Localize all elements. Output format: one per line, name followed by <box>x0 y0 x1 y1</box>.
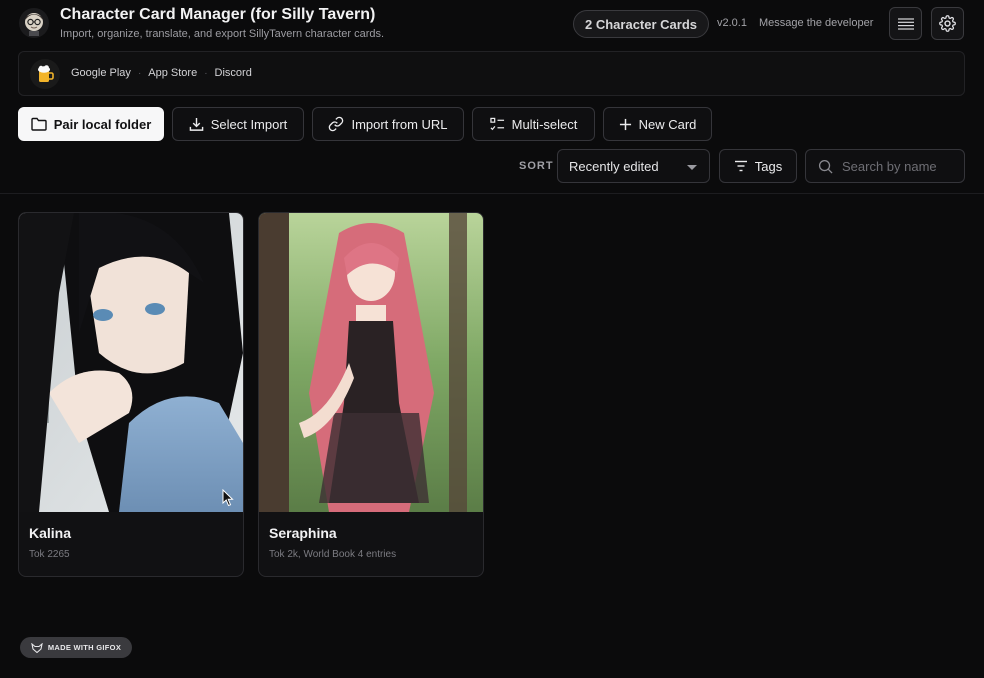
list-view-button[interactable] <box>889 7 922 40</box>
version-label: v2.0.1 <box>717 17 747 29</box>
google-play-link[interactable]: Google Play <box>71 67 131 79</box>
tags-filter-button[interactable]: Tags <box>719 149 797 183</box>
card-count-badge[interactable]: 2 Character Cards <box>573 10 709 38</box>
tags-label: Tags <box>754 158 783 174</box>
sort-value: Recently edited <box>569 158 659 174</box>
pair-local-folder-button[interactable]: Pair local folder <box>18 107 164 141</box>
mouse-cursor-icon <box>222 489 234 507</box>
filter-icon <box>734 160 747 172</box>
import-from-url-label: Import from URL <box>351 116 448 132</box>
watermark-text: MADE WITH GIFOX <box>47 643 122 652</box>
sort-dropdown[interactable]: Recently edited <box>557 149 710 183</box>
search-input[interactable] <box>842 158 942 174</box>
new-card-label: New Card <box>638 116 697 132</box>
app-store-link[interactable]: App Store <box>148 67 197 79</box>
app-title: Character Card Manager (for Silly Tavern… <box>60 6 376 23</box>
sort-label: SORT <box>519 160 554 172</box>
new-card-button[interactable]: New Card <box>603 107 712 141</box>
download-icon <box>189 117 203 131</box>
store-links-bar: Google Play · App Store · Discord <box>18 51 965 96</box>
gifox-watermark: MADE WITH GIFOX <box>20 637 132 658</box>
fox-icon <box>31 642 43 653</box>
store-links: Google Play · App Store · Discord <box>71 67 252 79</box>
character-card-seraphina[interactable]: Seraphina Tok 2k, World Book 4 entries <box>258 212 484 577</box>
card-meta: Tok 2265 <box>29 549 70 560</box>
link-icon <box>329 116 344 132</box>
separator: · <box>204 67 208 79</box>
folder-icon <box>31 117 47 131</box>
gear-icon <box>939 15 956 32</box>
character-card-kalina[interactable]: Kalina Tok 2265 <box>18 212 244 577</box>
avatar-icon <box>19 8 49 38</box>
caret-down-icon <box>687 165 697 170</box>
app-header: Character Card Manager (for Silly Tavern… <box>0 0 984 48</box>
pair-local-folder-label: Pair local folder <box>53 116 152 132</box>
plus-icon <box>619 118 631 130</box>
list-view-icon <box>897 17 914 30</box>
message-developer-link[interactable]: Message the developer <box>759 17 873 29</box>
section-divider <box>0 193 984 194</box>
settings-button[interactable] <box>931 7 964 40</box>
select-import-label: Select Import <box>210 116 288 132</box>
discord-link[interactable]: Discord <box>215 67 252 79</box>
beer-mug-icon <box>30 59 60 89</box>
character-portrait-seraphina <box>259 213 483 512</box>
search-icon <box>818 159 833 174</box>
app-subtitle: Import, organize, translate, and export … <box>60 28 385 40</box>
character-portrait-kalina <box>19 213 243 512</box>
card-meta: Tok 2k, World Book 4 entries <box>269 549 397 560</box>
card-name: Kalina <box>29 525 72 541</box>
multi-select-button[interactable]: Multi-select <box>472 107 595 141</box>
multi-select-label: Multi-select <box>511 116 578 132</box>
select-import-button[interactable]: Select Import <box>172 107 304 141</box>
separator: · <box>137 67 142 79</box>
checklist-icon <box>489 117 504 130</box>
search-box[interactable] <box>805 149 965 183</box>
card-name: Seraphina <box>269 525 337 541</box>
import-from-url-button[interactable]: Import from URL <box>312 107 464 141</box>
